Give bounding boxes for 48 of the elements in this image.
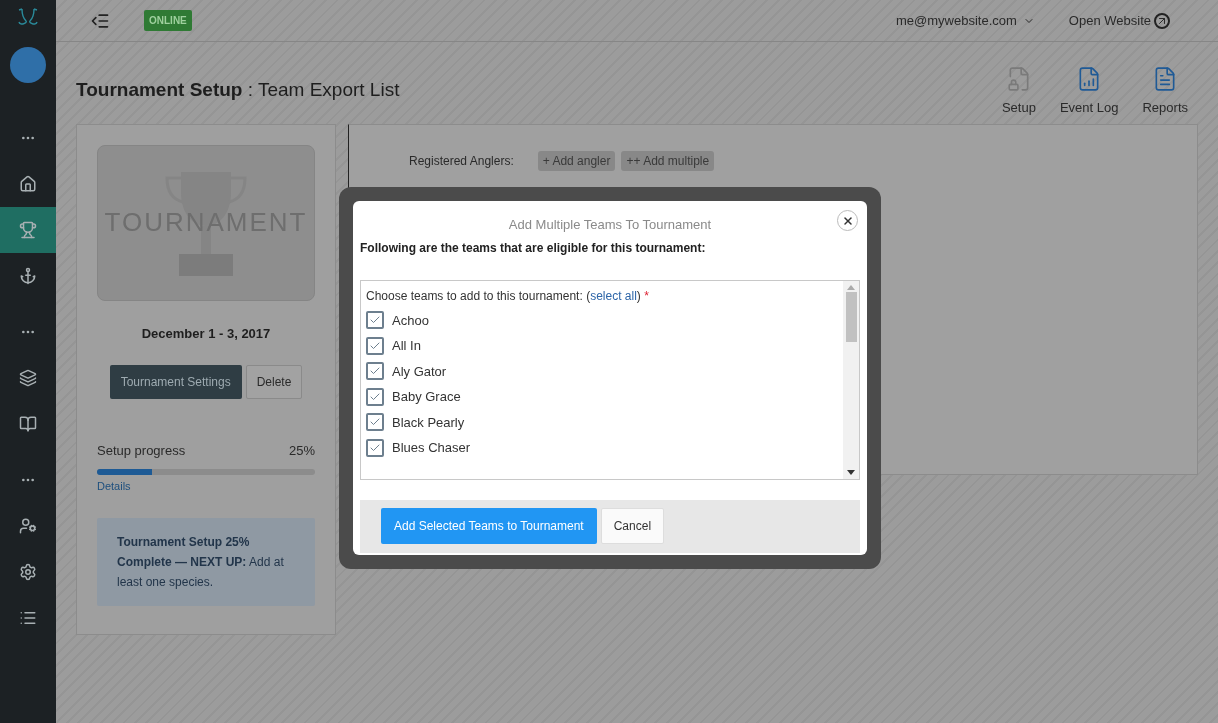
external-link-icon (1154, 12, 1170, 29)
page-title: Tournament Setup : Team Export List (76, 78, 400, 102)
checkbox[interactable] (366, 336, 384, 355)
details-link[interactable]: Details (97, 477, 131, 494)
scrollbar[interactable] (843, 280, 859, 479)
toolbar-button[interactable]: Event Log (1059, 66, 1119, 118)
team-option[interactable]: All In (366, 336, 843, 356)
team-option[interactable]: Black Pearly (366, 412, 843, 432)
layers-icon (19, 369, 37, 387)
book-icon (19, 415, 37, 433)
cancel-button[interactable]: Cancel (600, 508, 665, 544)
add-selected-teams-button[interactable]: Add Selected Teams to Tournament (381, 508, 597, 544)
toolbar-button[interactable]: Setup (1001, 66, 1036, 118)
add-angler-button[interactable]: ++ Add multiple (621, 150, 715, 171)
tournament-settings-button[interactable]: Tournament Settings (109, 365, 242, 399)
progress-label: Setup progress (97, 442, 186, 460)
checkbox[interactable] (366, 387, 384, 406)
modal-subtitle: Following are the teams that are eligible for this tournament: (360, 239, 707, 257)
modal-title: Add Multiple Teams To Tournament (507, 216, 713, 234)
close-icon (841, 214, 854, 227)
team-list-prompt: Choose teams to add to this tournament: (select all) * (366, 287, 650, 305)
registered-anglers-label: Registered Anglers: (409, 152, 514, 170)
checkbox[interactable] (366, 362, 384, 381)
team-option[interactable]: Blues Chaser (366, 438, 843, 458)
team-option[interactable]: Baby Grace (366, 387, 843, 407)
checkbox[interactable] (366, 438, 384, 457)
next-step-notice: Tournament Setup 25% Complete — NEXT UP: Add at least one species. (117, 535, 284, 589)
tournament-dates: December 1 - 3, 2017 (140, 324, 272, 343)
account-menu[interactable]: me@mywebsite.com (896, 10, 1035, 31)
list-icon (19, 609, 37, 627)
checkbox[interactable] (366, 413, 384, 432)
settings-icon (19, 563, 37, 581)
checkbox[interactable] (366, 311, 384, 330)
progress-reading: 25% (288, 442, 315, 460)
trophy-icon (19, 221, 37, 239)
toolbar-button[interactable]: Reports (1142, 66, 1188, 118)
scrollbar-thumb[interactable] (845, 291, 857, 342)
anchor-icon (19, 267, 37, 285)
delete-button[interactable]: Delete (245, 365, 303, 399)
home-icon (19, 175, 37, 193)
scroll-down-icon[interactable] (847, 469, 855, 475)
team-option[interactable]: Aly Gator (366, 361, 843, 381)
online-badge: ONLINE (144, 10, 192, 31)
avatar[interactable] (10, 47, 46, 83)
open-website-link[interactable]: Open Website (1068, 10, 1170, 31)
add-angler-button[interactable]: + Add angler (537, 150, 616, 171)
team-option[interactable]: Achoo (366, 310, 843, 330)
select-all-link[interactable]: select all (590, 288, 637, 303)
